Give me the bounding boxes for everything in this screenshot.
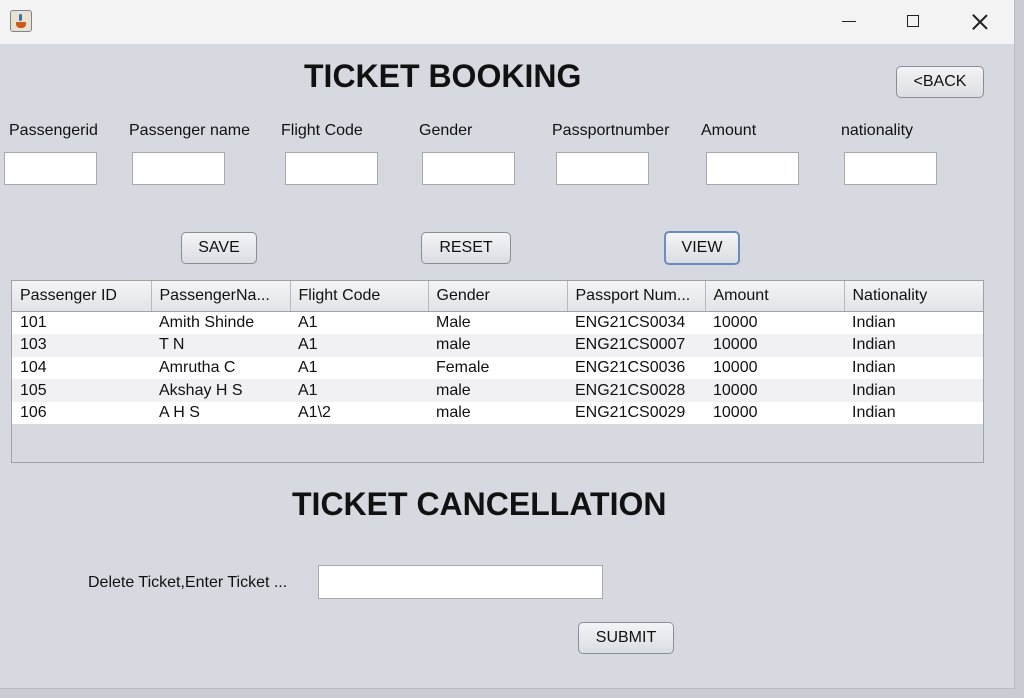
cell-flight-code: A1: [298, 381, 318, 399]
header-passenger-id[interactable]: Passenger ID: [12, 281, 152, 312]
cell-flight-code: A1: [298, 336, 318, 354]
table-row[interactable]: 104 Amrutha C A1 Female ENG21CS0036 1000…: [12, 356, 983, 380]
cell-flight-code: A1\2: [298, 404, 331, 422]
passengerid-label: Passengerid: [9, 122, 98, 139]
cell-passport-number: ENG21CS0029: [575, 404, 686, 422]
table-row[interactable]: 103 T N A1 male ENG21CS0007 10000 Indian: [12, 334, 983, 357]
flight-code-label: Flight Code: [281, 122, 363, 139]
passenger-table[interactable]: Passenger ID PassengerNa... Flight Code …: [11, 280, 984, 463]
passenger-name-label: Passenger name: [129, 122, 250, 139]
table-row[interactable]: 105 Akshay H S A1 male ENG21CS0028 10000…: [12, 379, 983, 402]
cell-gender: Female: [436, 358, 490, 376]
passportnumber-label: Passportnumber: [552, 122, 670, 139]
passportnumber-field[interactable]: [556, 152, 649, 185]
submit-button[interactable]: SUBMIT: [578, 622, 674, 654]
cell-passenger-name: T N: [159, 336, 185, 354]
nationality-label: nationality: [841, 122, 914, 139]
cell-amount: 10000: [713, 381, 758, 399]
cell-passport-number: ENG21CS0007: [575, 336, 686, 354]
table-row[interactable]: 106 A H S A1\2 male ENG21CS0029 10000 In…: [12, 401, 983, 425]
header-passport-number[interactable]: Passport Num...: [567, 281, 706, 312]
passengerid-field[interactable]: [4, 152, 97, 185]
cell-passenger-name: Akshay H S: [159, 381, 243, 399]
nationality-field[interactable]: [844, 152, 937, 185]
cell-nationality: Indian: [852, 381, 896, 399]
table-header-row: Passenger ID PassengerNa... Flight Code …: [12, 281, 983, 312]
header-nationality[interactable]: Nationality: [844, 281, 983, 312]
delete-ticket-field[interactable]: [318, 565, 603, 599]
cell-amount: 10000: [713, 404, 758, 422]
reset-button[interactable]: RESET: [421, 232, 511, 264]
cell-nationality: Indian: [852, 313, 896, 331]
amount-field[interactable]: [706, 152, 799, 185]
cell-passport-number: ENG21CS0034: [575, 313, 686, 331]
passenger-name-field[interactable]: [132, 152, 225, 185]
cell-passenger-id: 105: [20, 381, 47, 399]
flight-code-field[interactable]: [285, 152, 378, 185]
cell-passport-number: ENG21CS0036: [575, 358, 686, 376]
header-passenger-name[interactable]: PassengerNa...: [151, 281, 291, 312]
cell-passenger-name: Amith Shinde: [159, 313, 255, 331]
delete-ticket-label: Delete Ticket,Enter Ticket ...: [88, 574, 288, 591]
cell-nationality: Indian: [852, 336, 896, 354]
app-window: TICKET BOOKING <BACK Passengerid Passeng…: [0, 0, 1015, 689]
cell-passenger-id: 106: [20, 404, 47, 422]
cell-passenger-name: A H S: [159, 404, 200, 422]
gender-label: Gender: [419, 122, 473, 139]
cancellation-title: TICKET CANCELLATION: [292, 486, 667, 522]
cell-passenger-id: 101: [20, 313, 47, 331]
cell-nationality: Indian: [852, 404, 896, 422]
cell-flight-code: A1: [298, 358, 318, 376]
header-amount[interactable]: Amount: [705, 281, 845, 312]
cell-gender: Male: [436, 313, 471, 331]
cell-passenger-id: 103: [20, 336, 47, 354]
cell-passport-number: ENG21CS0028: [575, 381, 686, 399]
cell-flight-code: A1: [298, 313, 318, 331]
cell-amount: 10000: [713, 313, 758, 331]
header-gender[interactable]: Gender: [428, 281, 568, 312]
cell-passenger-name: Amrutha C: [159, 358, 236, 376]
header-flight-code[interactable]: Flight Code: [290, 281, 429, 312]
save-button[interactable]: SAVE: [181, 232, 257, 264]
cell-gender: male: [436, 381, 471, 399]
table-row[interactable]: 101 Amith Shinde A1 Male ENG21CS0034 100…: [12, 311, 983, 335]
view-button[interactable]: VIEW: [664, 231, 740, 265]
cell-gender: male: [436, 336, 471, 354]
back-button[interactable]: <BACK: [896, 66, 984, 98]
cell-passenger-id: 104: [20, 358, 47, 376]
close-icon[interactable]: [957, 0, 1001, 44]
cell-nationality: Indian: [852, 358, 896, 376]
cell-amount: 10000: [713, 358, 758, 376]
gender-field[interactable]: [422, 152, 515, 185]
cell-gender: male: [436, 404, 471, 422]
maximize-icon[interactable]: [891, 0, 935, 44]
title-bar[interactable]: [0, 0, 1014, 44]
cell-amount: 10000: [713, 336, 758, 354]
amount-label: Amount: [701, 122, 757, 139]
minimize-icon[interactable]: [826, 0, 870, 44]
java-icon: [10, 10, 32, 32]
booking-title: TICKET BOOKING: [304, 58, 582, 94]
